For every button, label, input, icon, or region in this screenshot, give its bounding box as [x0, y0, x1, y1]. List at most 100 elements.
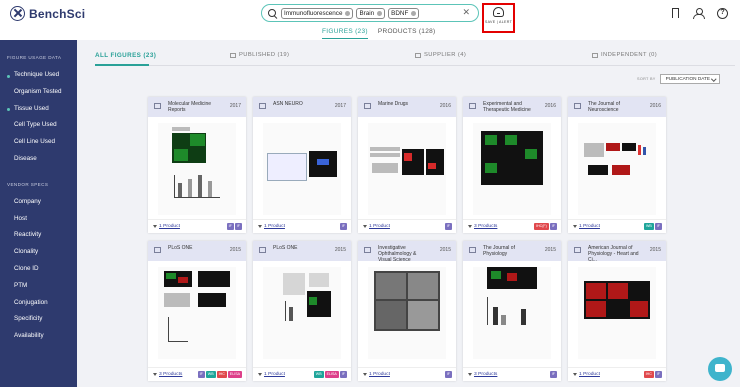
figure-thumbnail[interactable]: [578, 123, 656, 215]
chip-remove-icon[interactable]: [377, 10, 383, 16]
card-header: ASN NEURO 2017: [253, 97, 351, 117]
sidebar-item-cell-line-used[interactable]: Cell Line Used: [0, 134, 77, 151]
sidebar-item-tissue-used[interactable]: Tissue Used: [0, 101, 77, 118]
sidebar-item-cell-type-used[interactable]: Cell Type Used: [0, 117, 77, 134]
journal-title: PLoS ONE: [168, 245, 193, 251]
chip-remove-icon[interactable]: [345, 10, 351, 16]
technique-tag: IF: [339, 371, 347, 378]
tab-divider: [95, 65, 735, 66]
products-link[interactable]: 1 Product: [363, 224, 390, 229]
bookmark-icon[interactable]: [672, 8, 679, 18]
sidebar-item-specificity[interactable]: Specificity: [0, 311, 77, 328]
card-footer: 1 Product WB ELISA IF: [253, 367, 351, 381]
sort-select[interactable]: PUBLICATION DATE: [659, 74, 720, 84]
figure-thumbnail[interactable]: [578, 267, 656, 359]
journal-icon: [154, 247, 161, 253]
logo[interactable]: BenchSci: [10, 6, 85, 21]
figure-thumbnail[interactable]: [368, 267, 446, 359]
chip-remove-icon[interactable]: [411, 10, 417, 16]
figure-card[interactable]: American Journal of Physiology - Heart a…: [568, 241, 666, 381]
filter-icon: [153, 373, 157, 376]
figure-card[interactable]: The Journal of Physiology 2015 3 Products I…: [463, 241, 561, 381]
figure-card[interactable]: Molecular Medicine Reports 2017 1 Product I…: [148, 97, 246, 233]
sidebar-item-host[interactable]: Host: [0, 211, 77, 228]
journal-icon: [364, 103, 371, 109]
save-alert-button[interactable]: SAVE | ALERT: [482, 3, 515, 33]
search-bar[interactable]: Immunofluorescence Brain BDNF ✕: [261, 4, 479, 22]
sidebar-item-organism-tested[interactable]: Organism Tested: [0, 84, 77, 101]
sidebar-item-clonality[interactable]: Clonality: [0, 244, 77, 261]
search-chip[interactable]: Immunofluorescence: [281, 7, 354, 19]
products-link[interactable]: 3 Products: [468, 224, 497, 229]
user-icon[interactable]: [693, 8, 705, 19]
figure-card[interactable]: PLoS ONE 2015 1 Product WB ELISA IF: [253, 241, 351, 381]
sidebar-item-availability[interactable]: Availability: [0, 328, 77, 345]
technique-tag: IF: [654, 371, 662, 378]
card-footer: 1 Product IHC IF: [568, 367, 666, 381]
card-header: Marine Drugs 2016: [358, 97, 456, 117]
sidebar-item-ptm[interactable]: PTM: [0, 278, 77, 295]
technique-tag: WB: [644, 223, 654, 230]
card-footer: 1 Product IF IF: [148, 219, 246, 233]
tab-products[interactable]: PRODUCTS (128): [378, 28, 436, 39]
search-chip[interactable]: Brain: [356, 7, 386, 19]
search-chip[interactable]: BDNF: [388, 7, 420, 19]
figure-card[interactable]: Investigative Ophthalmology & Visual Sci…: [358, 241, 456, 381]
source-filter-tabs: ALL FIGURES (23) PUBLISHED (19) SUPPLIER…: [95, 50, 735, 68]
card-header: Molecular Medicine Reports 2017: [148, 97, 246, 117]
technique-tag: IF: [444, 223, 452, 230]
figure-thumbnail[interactable]: [158, 267, 236, 359]
figure-card[interactable]: Experimental and Therapeutic Medicine 201…: [463, 97, 561, 233]
figure-thumbnail[interactable]: [263, 267, 341, 359]
products-link[interactable]: 1 Product: [573, 372, 600, 377]
tab-published[interactable]: PUBLISHED (19): [230, 52, 289, 58]
figure-thumbnail[interactable]: [158, 123, 236, 215]
products-link[interactable]: 3 Products: [468, 372, 497, 377]
sidebar-item-disease[interactable]: Disease: [0, 151, 77, 168]
sort-label: SORT BY: [637, 77, 656, 81]
tab-figures[interactable]: FIGURES (23): [322, 28, 368, 39]
card-header: Experimental and Therapeutic Medicine 201…: [463, 97, 561, 117]
figure-thumbnail[interactable]: [473, 123, 551, 215]
journal-icon: [364, 247, 371, 253]
technique-tag: IF: [654, 223, 662, 230]
figure-thumbnail[interactable]: [368, 123, 446, 215]
card-header: American Journal of Physiology - Heart a…: [568, 241, 666, 263]
chat-button[interactable]: [708, 357, 732, 381]
clear-search-icon[interactable]: ✕: [462, 7, 470, 18]
journal-title: The Journal of Physiology: [483, 245, 515, 257]
tab-supplier[interactable]: SUPPLIER (4): [415, 52, 466, 58]
sidebar-item-technique-used[interactable]: Technique Used: [0, 67, 77, 84]
figure-thumbnail[interactable]: [473, 267, 551, 359]
products-link[interactable]: 1 Product: [258, 372, 285, 377]
logo-text: BenchSci: [29, 6, 86, 21]
products-link[interactable]: 1 Product: [573, 224, 600, 229]
main-content: ALL FIGURES (23) PUBLISHED (19) SUPPLIER…: [77, 40, 740, 387]
technique-tags: IF WB IHC ELISA: [197, 371, 242, 378]
sidebar-item-clone-id[interactable]: Clone ID: [0, 261, 77, 278]
filter-icon: [363, 373, 367, 376]
tab-independent[interactable]: INDEPENDENT (0): [592, 52, 657, 58]
figure-card[interactable]: The Journal of Neuroscience 2016 1 Product…: [568, 97, 666, 233]
sidebar-item-conjugation[interactable]: Conjugation: [0, 295, 77, 312]
top-bar: BenchSci Immunofluorescence Brain BDNF ✕…: [0, 0, 740, 40]
supplier-icon: [415, 52, 421, 58]
products-link[interactable]: 3 Products: [153, 372, 182, 377]
technique-tags: IF: [549, 371, 557, 378]
products-link[interactable]: 1 Product: [258, 224, 285, 229]
benchsci-logo-icon: [10, 6, 25, 21]
products-link[interactable]: 1 Product: [363, 372, 390, 377]
sidebar-item-reactivity[interactable]: Reactivity: [0, 227, 77, 244]
figure-card[interactable]: PLoS ONE 2015 3 Products IF WB IHC ELISA: [148, 241, 246, 381]
technique-tag: ELISA: [227, 371, 242, 378]
card-footer: 3 Products IF WB IHC ELISA: [148, 367, 246, 381]
figure-card[interactable]: Marine Drugs 2016 1 Product IF: [358, 97, 456, 233]
figure-card[interactable]: ASN NEURO 2017 1 Product IF: [253, 97, 351, 233]
tab-all-figures[interactable]: ALL FIGURES (23): [95, 52, 156, 59]
figure-thumbnail[interactable]: [263, 123, 341, 215]
card-header: The Journal of Neuroscience 2016: [568, 97, 666, 117]
technique-tag: IHC: [216, 371, 227, 378]
products-link[interactable]: 1 Product: [153, 224, 180, 229]
help-icon[interactable]: ?: [717, 8, 728, 19]
sidebar-item-company[interactable]: Company: [0, 194, 77, 211]
